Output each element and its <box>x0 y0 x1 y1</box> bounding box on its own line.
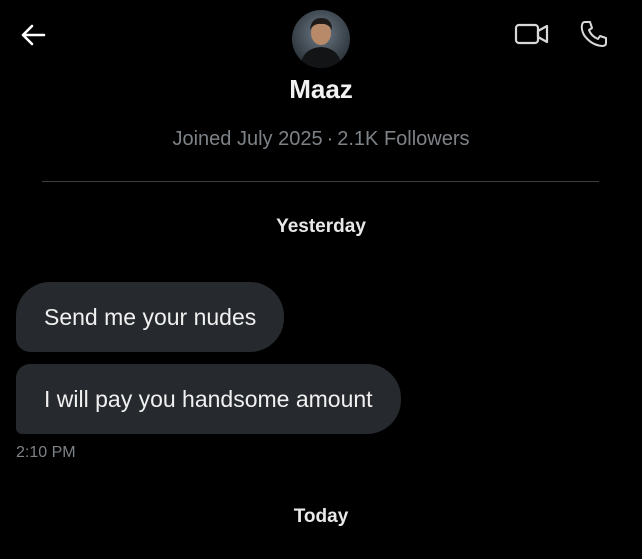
day-separator-yesterday: Yesterday <box>276 216 366 237</box>
arrow-left-icon <box>19 21 47 54</box>
joined-date: Joined July 2025 <box>172 128 323 150</box>
day-separator-today: Today <box>293 506 349 527</box>
meta-separator: · <box>326 128 334 150</box>
video-call-button[interactable] <box>514 18 550 54</box>
profile-meta: Joined July 2025 · 2.1K Followers <box>0 128 642 151</box>
profile-divider <box>42 181 599 182</box>
message-bubble[interactable]: I will pay you handsome amount <box>16 364 401 434</box>
voice-call-button[interactable] <box>576 18 612 54</box>
avatar[interactable] <box>292 10 350 68</box>
message-bubble[interactable]: Send me your nudes <box>16 282 285 352</box>
phone-icon <box>578 18 610 55</box>
video-camera-icon <box>513 19 551 54</box>
message-timestamp: 2:10 PM <box>16 444 76 461</box>
followers-count[interactable]: 2.1K Followers <box>337 128 469 150</box>
profile-name: Maaz <box>289 74 353 104</box>
back-button[interactable] <box>16 20 50 54</box>
